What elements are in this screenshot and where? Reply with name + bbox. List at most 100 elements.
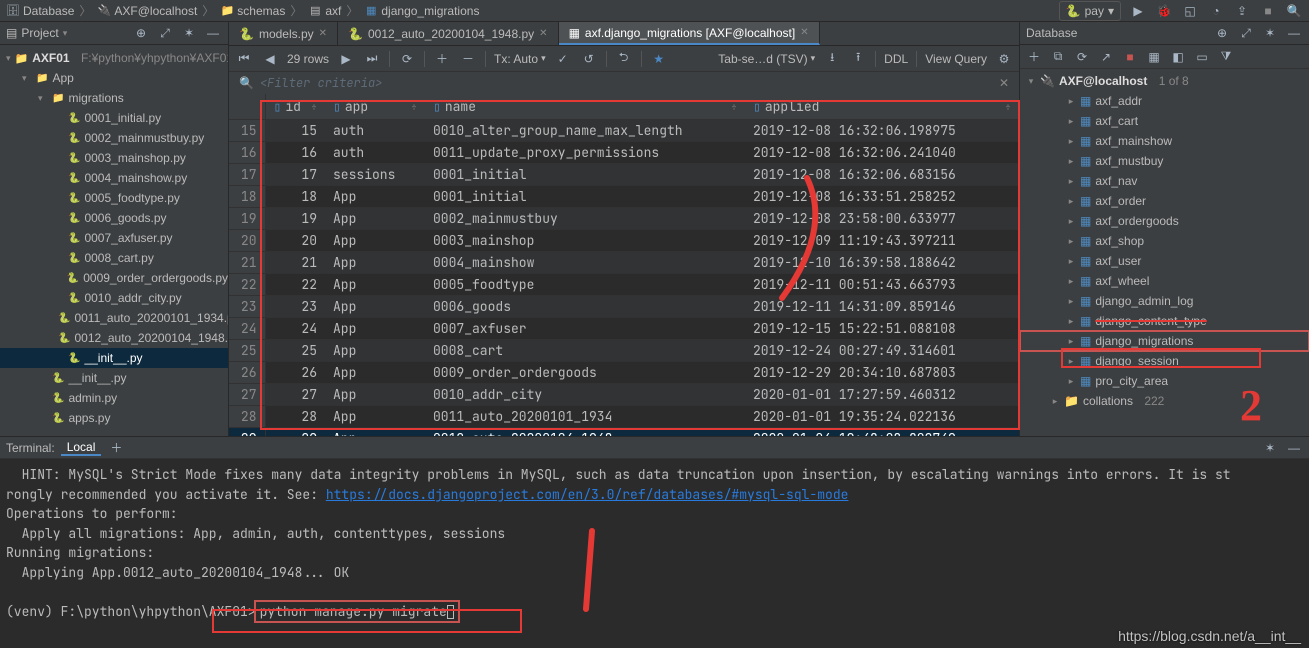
table-row[interactable]: 2121App0004_mainshow2019-12-10 16:39:58.…	[229, 252, 1019, 274]
db-table-item[interactable]: ▸▦pro_city_area	[1020, 371, 1309, 391]
db-table-item[interactable]: ▸▦django_session	[1020, 351, 1309, 371]
filter-row[interactable]: 🔍 <Filter criteria> ✕	[229, 72, 1019, 94]
run-config-selector[interactable]: 🐍pay▾	[1059, 1, 1121, 21]
prev-page-button[interactable]: ◀	[261, 50, 279, 68]
cell-name[interactable]: 0009_order_ordergoods	[425, 362, 745, 384]
remove-row-button[interactable]: －	[459, 50, 477, 68]
disconnect-button[interactable]: ■	[1122, 49, 1138, 65]
tree-item[interactable]: 🐍apps.py	[0, 408, 228, 428]
cell-id[interactable]: 25	[265, 340, 325, 362]
column-header[interactable]: app	[345, 98, 368, 115]
db-collations[interactable]: ▸📁collations 222	[1020, 391, 1309, 411]
settings-button[interactable]: ✶	[1261, 24, 1279, 42]
cell-app[interactable]: App	[325, 186, 425, 208]
tree-root[interactable]: ▾📁AXF01 F:¥python¥yhpython¥AXF01	[0, 48, 228, 68]
cell-id[interactable]: 17	[265, 164, 325, 186]
export-format[interactable]: Tab-se…d (TSV)▾	[718, 52, 815, 66]
cell-app[interactable]: auth	[325, 142, 425, 164]
sort-icon[interactable]: ÷	[1005, 100, 1011, 113]
diagram-button[interactable]: ◧	[1170, 49, 1186, 65]
cell-id[interactable]: 15	[265, 120, 325, 142]
crumb-database[interactable]: 🗄Database〉	[6, 2, 93, 19]
cell-app[interactable]: App	[325, 428, 425, 437]
project-title[interactable]: ▤Project▾	[6, 26, 126, 40]
ddl-button[interactable]: DDL	[884, 52, 908, 66]
cell-name[interactable]: 0002_mainmustbuy	[425, 208, 745, 230]
cell-applied[interactable]: 2019-12-08 16:32:06.198975	[745, 120, 1019, 142]
table-row[interactable]: 2020App0003_mainshop2019-12-09 11:19:43.…	[229, 230, 1019, 252]
terminal-settings-button[interactable]: ✶	[1261, 439, 1279, 457]
sort-icon[interactable]: ÷	[411, 100, 417, 113]
tree-item[interactable]: 🐍__init__.py	[0, 368, 228, 388]
cell-name[interactable]: 0001_initial	[425, 186, 745, 208]
first-page-button[interactable]: ⏮	[235, 50, 253, 68]
cell-applied[interactable]: 2020-01-01 17:27:59.460312	[745, 384, 1019, 406]
cell-id[interactable]: 21	[265, 252, 325, 274]
column-header[interactable]: applied	[765, 98, 820, 115]
table-row[interactable]: 1717sessions0001_initial2019-12-08 16:32…	[229, 164, 1019, 186]
cell-applied[interactable]: 2020-01-04 19:48:08.802749	[745, 428, 1019, 437]
cell-id[interactable]: 22	[265, 274, 325, 296]
tree-item[interactable]: 🐍0002_mainmustbuy.py	[0, 128, 228, 148]
revert-button[interactable]: ⮌	[615, 50, 633, 68]
table-row[interactable]: 2323App0006_goods2019-12-11 14:31:09.859…	[229, 296, 1019, 318]
cell-name[interactable]: 0012_auto_20200104_1948	[425, 428, 745, 437]
cell-applied[interactable]: 2019-12-08 23:58:00.633977	[745, 208, 1019, 230]
add-datasource-button[interactable]: ＋	[1026, 49, 1042, 65]
export-button[interactable]: ⭳	[823, 50, 841, 68]
cell-id[interactable]: 29	[265, 428, 325, 437]
table-view-button[interactable]: ▦	[1146, 49, 1162, 65]
cell-name[interactable]: 0003_mainshop	[425, 230, 745, 252]
cell-id[interactable]: 20	[265, 230, 325, 252]
table-row[interactable]: 2626App0009_order_ordergoods2019-12-29 2…	[229, 362, 1019, 384]
table-row[interactable]: 1818App0001_initial2019-12-08 16:33:51.2…	[229, 186, 1019, 208]
table-row[interactable]: 1919App0002_mainmustbuy2019-12-08 23:58:…	[229, 208, 1019, 230]
close-icon[interactable]: ✕	[319, 28, 327, 39]
view-query-button[interactable]: View Query	[925, 52, 987, 66]
cell-name[interactable]: 0011_auto_20200101_1934	[425, 406, 745, 428]
cell-app[interactable]: App	[325, 406, 425, 428]
search-everywhere-button[interactable]: 🔍	[1285, 2, 1303, 20]
tree-item[interactable]: 🐍0008_cart.py	[0, 248, 228, 268]
terminal-hide-button[interactable]: —	[1285, 439, 1303, 457]
table-row[interactable]: 1515auth0010_alter_group_name_max_length…	[229, 120, 1019, 142]
cell-applied[interactable]: 2019-12-09 11:19:43.397211	[745, 230, 1019, 252]
cell-app[interactable]: App	[325, 318, 425, 340]
tree-item[interactable]: 🐍0012_auto_20200104_1948.	[0, 328, 228, 348]
expand-button[interactable]: ⤢	[1237, 24, 1255, 42]
sort-icon[interactable]: ÷	[731, 100, 737, 113]
docs-link[interactable]: https://docs.djangoproject.com/en/3.0/re…	[326, 486, 849, 503]
sort-icon[interactable]: ÷	[311, 100, 317, 113]
cell-name[interactable]: 0001_initial	[425, 164, 745, 186]
table-row[interactable]: 1616auth0011_update_proxy_permissions201…	[229, 142, 1019, 164]
db-table-item[interactable]: ▸▦axf_nav	[1020, 171, 1309, 191]
db-table-item[interactable]: ▸▦axf_addr	[1020, 91, 1309, 111]
tree-item[interactable]: 🐍0009_order_ordergoods.py	[0, 268, 228, 288]
db-connection[interactable]: ▾🔌AXF@localhost 1 of 8	[1020, 71, 1309, 91]
cell-id[interactable]: 18	[265, 186, 325, 208]
tree-item[interactable]: 🐍0006_goods.py	[0, 208, 228, 228]
cell-applied[interactable]: 2019-12-10 16:39:58.188642	[745, 252, 1019, 274]
db-table-item[interactable]: ▸▦axf_wheel	[1020, 271, 1309, 291]
hide-button[interactable]: —	[204, 24, 222, 42]
tree-item[interactable]: ▾📁App	[0, 68, 228, 88]
editor-tab[interactable]: 🐍models.py✕	[229, 22, 338, 45]
close-icon[interactable]: ✕	[800, 27, 808, 38]
cell-name[interactable]: 0011_update_proxy_permissions	[425, 142, 745, 164]
cell-id[interactable]: 19	[265, 208, 325, 230]
cell-applied[interactable]: 2019-12-08 16:32:06.683156	[745, 164, 1019, 186]
cell-applied[interactable]: 2019-12-08 16:32:06.241040	[745, 142, 1019, 164]
cell-name[interactable]: 0010_alter_group_name_max_length	[425, 120, 745, 142]
cell-app[interactable]: App	[325, 340, 425, 362]
cell-id[interactable]: 28	[265, 406, 325, 428]
tree-item[interactable]: 🐍0011_auto_20200101_1934.p	[0, 308, 228, 328]
tree-item[interactable]: 🐍0001_initial.py	[0, 108, 228, 128]
database-tree[interactable]: ▾🔌AXF@localhost 1 of 8 ▸▦axf_addr▸▦axf_c…	[1020, 69, 1309, 436]
jump-button[interactable]: ↗	[1098, 49, 1114, 65]
crumb-table[interactable]: ▦django_migrations	[364, 4, 479, 18]
cell-app[interactable]: auth	[325, 120, 425, 142]
table-row[interactable]: 2828App0011_auto_20200101_19342020-01-01…	[229, 406, 1019, 428]
cell-applied[interactable]: 2019-12-24 00:27:49.314601	[745, 340, 1019, 362]
terminal-output[interactable]: HINT: MySQL's Strict Mode fixes many dat…	[0, 459, 1309, 648]
table-row[interactable]: 2525App0008_cart2019-12-24 00:27:49.3146…	[229, 340, 1019, 362]
